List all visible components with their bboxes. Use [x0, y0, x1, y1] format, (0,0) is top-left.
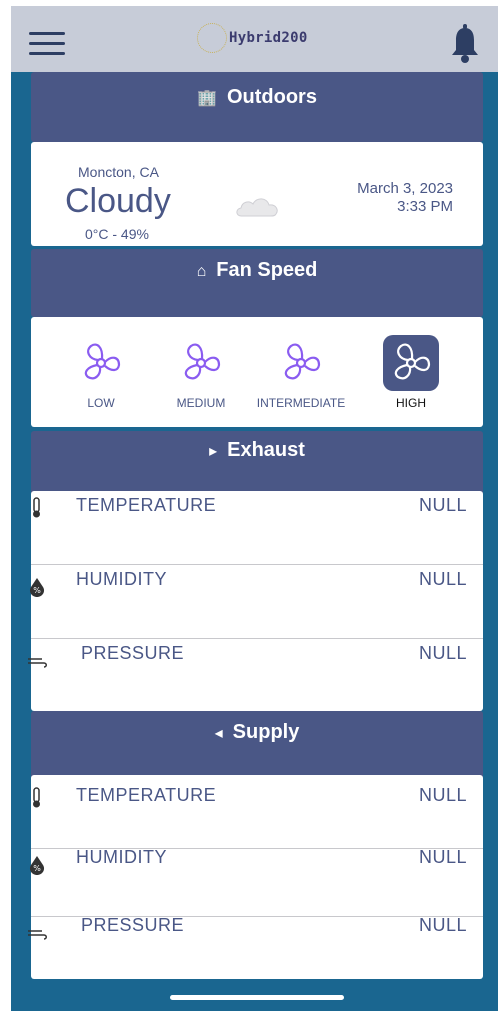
- fan-speed-body: LOW MEDIUM INTERMEDIATE HIGH: [31, 317, 483, 427]
- fan-speed-options: LOW MEDIUM INTERMEDIATE HIGH: [31, 335, 483, 415]
- fan-high-label: HIGH: [396, 396, 426, 410]
- cloud-icon: [236, 198, 278, 217]
- fan-low-label: LOW: [87, 396, 115, 410]
- fan-speed-header: ⌂ Fan Speed: [31, 249, 483, 317]
- top-bar: Hybrid200: [11, 6, 498, 72]
- app-title: Hybrid200: [229, 30, 308, 46]
- building-icon: 🏢: [197, 90, 217, 107]
- supply-title: Supply: [232, 721, 300, 743]
- fan-speed-intermediate[interactable]: INTERMEDIATE: [251, 335, 351, 410]
- fan-speed-title: Fan Speed: [216, 259, 318, 281]
- exhaust-body: TEMPERATURE NULL % HUMIDITY NULL PRESSUR…: [28, 491, 483, 713]
- exhaust-temperature-label: TEMPERATURE: [76, 495, 217, 515]
- date-time: March 3, 2023 3:33 PM: [357, 180, 453, 216]
- fan-low-icon: [73, 335, 129, 391]
- thermometer-icon: [33, 787, 40, 808]
- outdoors-body: Moncton, CA Cloudy 0°C - 49% March 3, 20…: [31, 142, 483, 246]
- exhaust-pressure-value: NULL: [418, 643, 467, 663]
- supply-temperature-label: TEMPERATURE: [76, 785, 217, 805]
- supply-pressure-value: NULL: [418, 915, 467, 935]
- supply-header[interactable]: ◂ Supply: [31, 711, 483, 781]
- caret-right-icon: ▸: [209, 443, 218, 460]
- supply-temperature-value: NULL: [418, 785, 467, 805]
- exhaust-header[interactable]: ▸ Exhaust: [31, 431, 483, 495]
- wind-icon: [28, 930, 47, 940]
- fan-speed-low[interactable]: LOW: [51, 335, 151, 410]
- exhaust-humidity-value: NULL: [418, 569, 467, 589]
- exhaust-title: Exhaust: [227, 439, 305, 461]
- app-logo: Hybrid200: [197, 20, 308, 56]
- supply-pressure-row: PRESSURE NULL: [28, 911, 483, 985]
- supply-pressure-label: PRESSURE: [81, 915, 185, 935]
- exhaust-temperature-row: TEMPERATURE NULL: [31, 491, 483, 565]
- exhaust-pressure-row: PRESSURE NULL: [28, 639, 483, 713]
- supply-body: TEMPERATURE NULL % HUMIDITY NULL PRESSUR…: [28, 775, 483, 979]
- supply-humidity-value: NULL: [418, 847, 467, 867]
- app-frame: Hybrid200 🏢 Outdoors Moncton, CA Cloudy 0…: [11, 6, 498, 1011]
- thermometer-icon: [33, 497, 40, 518]
- location-text: Moncton, CA: [78, 164, 159, 180]
- fan-speed-high[interactable]: HIGH: [361, 335, 461, 410]
- home-icon: ⌂: [196, 263, 207, 280]
- outdoors-title: Outdoors: [226, 86, 317, 108]
- date-text: March 3, 2023: [357, 180, 453, 197]
- home-indicator[interactable]: [170, 995, 344, 1000]
- logo-ring-icon: [197, 23, 227, 53]
- exhaust-humidity-row: % HUMIDITY NULL: [29, 565, 483, 639]
- caret-left-icon: ◂: [214, 725, 223, 742]
- exhaust-humidity-label: HUMIDITY: [76, 569, 167, 589]
- temp-humidity-text: 0°C - 49%: [85, 226, 149, 242]
- fan-medium-icon: [173, 335, 229, 391]
- bell-icon[interactable]: [449, 24, 481, 64]
- svg-text:%: %: [33, 864, 41, 873]
- fan-intermediate-icon: [273, 335, 329, 391]
- fan-high-icon: [383, 335, 439, 391]
- weather-condition: Cloudy: [65, 182, 171, 220]
- svg-text:%: %: [33, 586, 41, 595]
- time-text: 3:33 PM: [397, 198, 453, 215]
- menu-icon[interactable]: [29, 32, 65, 56]
- exhaust-pressure-label: PRESSURE: [81, 643, 185, 663]
- exhaust-temperature-value: NULL: [418, 495, 467, 515]
- supply-humidity-label: HUMIDITY: [76, 847, 167, 867]
- humidity-icon: %: [29, 578, 45, 597]
- supply-humidity-row: % HUMIDITY NULL: [29, 843, 483, 917]
- fan-speed-medium[interactable]: MEDIUM: [151, 335, 251, 410]
- outdoors-header: 🏢 Outdoors: [31, 72, 483, 142]
- fan-intermediate-label: INTERMEDIATE: [256, 396, 346, 410]
- fan-medium-label: MEDIUM: [176, 396, 226, 410]
- supply-temperature-row: TEMPERATURE NULL: [31, 775, 483, 849]
- wind-icon: [28, 658, 47, 668]
- humidity-icon: %: [29, 856, 45, 875]
